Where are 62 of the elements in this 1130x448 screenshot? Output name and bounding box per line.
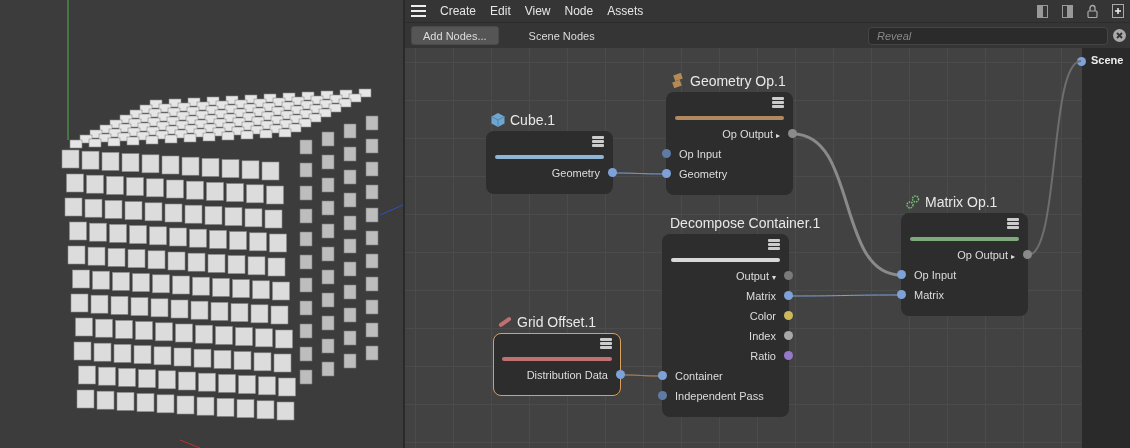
node-title: Geometry Op.1 <box>690 73 786 89</box>
port-dot[interactable] <box>897 270 906 279</box>
blocks-icon <box>670 73 686 89</box>
port-label: Op Input <box>679 148 722 160</box>
port-dot[interactable] <box>784 271 793 280</box>
arrow-icon[interactable]: ▸ <box>776 131 780 140</box>
cube-icon <box>490 112 506 128</box>
search-field[interactable]: Reveal <box>868 26 1108 45</box>
port-label: Geometry <box>679 168 728 180</box>
port-dot[interactable] <box>788 129 797 138</box>
menu-icon[interactable] <box>592 136 604 148</box>
port-dot[interactable] <box>658 391 667 400</box>
menu-item[interactable]: Node <box>564 4 594 18</box>
port-label: Container <box>675 370 723 382</box>
port-dot[interactable] <box>1023 250 1032 259</box>
scene-label: Scene <box>1091 54 1124 66</box>
port-dot[interactable] <box>608 168 617 177</box>
port-dot[interactable] <box>1077 57 1086 66</box>
port-label: Output <box>735 270 769 282</box>
port-dot[interactable] <box>662 149 671 158</box>
menu-item[interactable]: Create <box>440 4 477 18</box>
port-label: Ratio <box>750 350 776 362</box>
node-title: Matrix Op.1 <box>925 194 998 210</box>
new-panel-icon[interactable] <box>1112 4 1124 18</box>
menu-item[interactable]: Edit <box>490 4 511 18</box>
port-label: Matrix <box>914 289 944 301</box>
menu-icon[interactable] <box>768 239 780 251</box>
clear-icon[interactable] <box>1113 29 1126 42</box>
port-dot[interactable] <box>616 370 625 379</box>
port-label: Geometry <box>551 167 600 179</box>
gears-icon <box>905 194 921 210</box>
port-dot[interactable] <box>784 291 793 300</box>
port-label: Color <box>749 310 776 322</box>
port-label: Matrix <box>746 290 776 302</box>
panel-right-icon[interactable] <box>1062 4 1073 18</box>
arrow-icon[interactable]: ▸ <box>1011 252 1015 261</box>
panel-left-icon[interactable] <box>1037 4 1048 18</box>
port-label: Independent Pass <box>675 390 764 402</box>
port-dot[interactable] <box>784 331 793 340</box>
add-nodes-button[interactable]: Add Nodes... <box>411 26 499 45</box>
port-label: Distribution Data <box>526 369 608 381</box>
port-label: Index <box>749 330 776 342</box>
port-dot[interactable] <box>662 169 671 178</box>
menu-item[interactable]: View <box>524 4 551 18</box>
port-label: Op Output <box>957 249 1008 261</box>
port-dot[interactable] <box>784 311 793 320</box>
node-title: Decompose Container.1 <box>670 215 821 231</box>
menu-icon[interactable] <box>600 338 612 350</box>
menu-icon[interactable] <box>772 97 784 109</box>
port-dot[interactable] <box>658 371 667 380</box>
port-label: Op Input <box>914 269 957 281</box>
editor-title: Scene Nodes <box>528 29 595 42</box>
menu-icon[interactable] <box>1007 218 1019 230</box>
node-title: Grid Offset.1 <box>517 314 597 330</box>
port-dot[interactable] <box>784 351 793 360</box>
port-label: Op Output <box>722 128 773 140</box>
node-title: Cube.1 <box>510 112 556 128</box>
lock-icon[interactable] <box>1087 4 1098 18</box>
menu-icon[interactable] <box>411 5 426 17</box>
port-dot[interactable] <box>897 290 906 299</box>
arrow-icon[interactable]: ▾ <box>772 273 776 282</box>
menu-item[interactable]: Assets <box>607 4 644 18</box>
